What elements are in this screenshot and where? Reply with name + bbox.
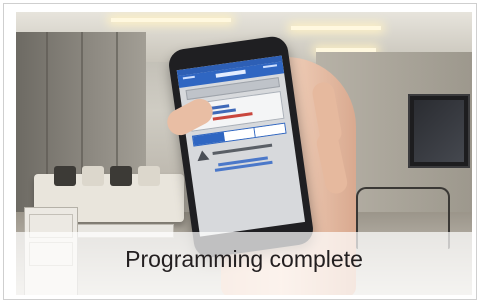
device-model-line [211, 108, 236, 115]
phone-app-screen [176, 55, 306, 237]
sofa-cushion [82, 166, 104, 186]
photo-frame: Programming complete [3, 3, 477, 300]
segment [254, 123, 286, 137]
television [408, 94, 470, 168]
sofa-cushion [54, 166, 76, 186]
warning-text-line [212, 143, 273, 155]
app-nav-back [182, 75, 196, 86]
segment [223, 127, 256, 142]
app-nav-title [215, 69, 246, 78]
app-nav-action [262, 64, 278, 75]
warning-icon [196, 149, 210, 162]
caption-text: Programming complete [125, 246, 363, 272]
television-screen [414, 100, 464, 162]
caption-band: Programming complete [16, 232, 472, 295]
sofa-cushion [110, 166, 132, 186]
ceiling-light-strip [111, 18, 231, 22]
ceiling-light-strip [291, 26, 381, 30]
segment [193, 132, 226, 146]
sofa-cushion [138, 166, 160, 186]
